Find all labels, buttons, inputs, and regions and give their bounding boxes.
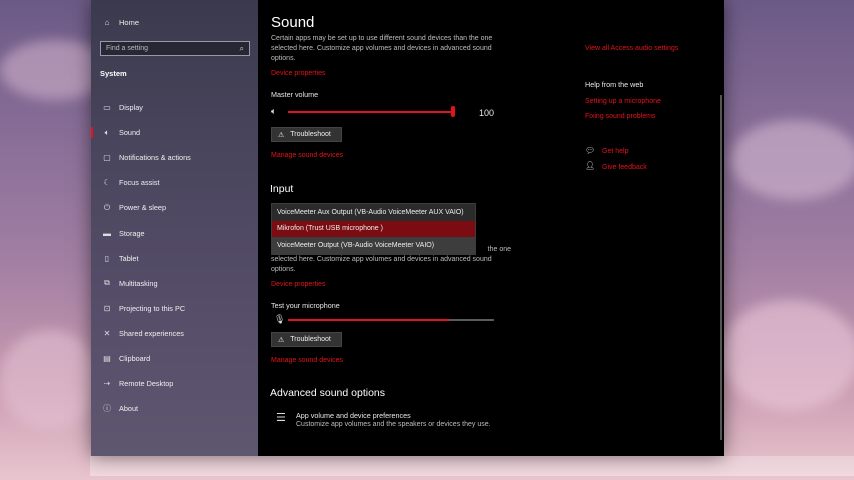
- multitasking-icon: ⧉: [104, 278, 110, 288]
- home-icon: ⌂: [104, 18, 110, 27]
- input-heading: Input: [270, 183, 294, 195]
- get-help-link[interactable]: Get help: [602, 148, 628, 155]
- sliders-icon: ☰: [276, 412, 286, 424]
- help-heading: Help from the web: [585, 80, 644, 89]
- sidebar-item-clipboard[interactable]: ▤ Clipboard: [91, 346, 258, 371]
- sidebar-item-multitasking[interactable]: ⧉ Multitasking: [91, 271, 258, 296]
- sidebar-item-focus-assist[interactable]: ☾ Focus assist: [91, 170, 258, 195]
- projecting-icon: ⊡: [103, 303, 111, 313]
- sidebar-item-power[interactable]: ⏻ Power & sleep: [91, 195, 258, 220]
- sidebar-item-notifications[interactable]: ▢ Notifications & actions: [91, 145, 258, 170]
- mic-level-fill: [288, 319, 449, 321]
- troubleshoot-label: Troubleshoot: [290, 131, 331, 138]
- search-placeholder: Find a setting: [106, 45, 149, 52]
- sidebar-item-shared[interactable]: ✕ Shared experiences: [91, 321, 258, 346]
- monitor-icon: ▭: [103, 103, 111, 113]
- output-manage-devices-link[interactable]: Manage sound devices: [271, 152, 343, 159]
- scrollbar[interactable]: [720, 95, 722, 440]
- sidebar-item-about[interactable]: ⓘ About: [91, 396, 258, 421]
- give-feedback-link[interactable]: Give feedback: [602, 164, 647, 171]
- speaker-icon[interactable]: 🔈︎: [271, 106, 276, 117]
- section-title: System: [100, 69, 127, 78]
- power-icon: ⏻: [103, 202, 111, 212]
- microphone-icon: 🎙︎: [274, 314, 286, 324]
- sidebar-item-remote-desktop[interactable]: ⇢ Remote Desktop: [91, 371, 258, 396]
- home-label: Home: [119, 18, 140, 27]
- view-all-audio-link[interactable]: View all Access audio settings: [585, 45, 678, 52]
- shared-icon: ✕: [103, 328, 111, 338]
- sidebar-item-label: Remote Desktop: [119, 379, 174, 389]
- app-volume-desc: Customize app volumes and the speakers o…: [296, 421, 491, 428]
- input-device-dropdown[interactable]: VoiceMeeter Aux Output (VB-Audio VoiceMe…: [271, 203, 476, 255]
- input-option-selected[interactable]: Mikrofon (Trust USB microphone ): [272, 220, 475, 237]
- wallpaper-cloud: [730, 120, 854, 200]
- advanced-heading: Advanced sound options: [270, 387, 386, 399]
- speaker-icon: 🔈︎: [104, 127, 110, 137]
- sidebar-item-sound[interactable]: 🔈︎ Sound: [91, 120, 258, 145]
- input-option[interactable]: VoiceMeeter Aux Output (VB-Audio VoiceMe…: [272, 204, 475, 221]
- sidebar-item-tablet[interactable]: ▯ Tablet: [91, 246, 258, 271]
- wallpaper-horizon: [90, 456, 854, 476]
- settings-window: ⌂ Home Find a setting ⌕ System ▭ Display …: [91, 0, 724, 456]
- input-option[interactable]: VoiceMeeter Output (VB-Audio VoiceMeeter…: [272, 237, 475, 254]
- wallpaper-cloud: [720, 300, 854, 410]
- help-link-microphone[interactable]: Setting up a microphone: [585, 98, 661, 105]
- sidebar-item-label: Projecting to this PC: [119, 303, 186, 313]
- input-device-properties-link[interactable]: Device properties: [271, 281, 325, 288]
- sidebar-item-label: Multitasking: [119, 278, 158, 288]
- moon-icon: ☾: [103, 178, 111, 188]
- sidebar-item-label: Display: [119, 103, 143, 113]
- output-troubleshoot-button[interactable]: ⚠ Troubleshoot: [271, 127, 342, 142]
- desc-line: selected here. Customize app volumes and…: [271, 256, 492, 263]
- warning-icon: ⚠: [278, 336, 285, 344]
- sidebar-item-display[interactable]: ▭ Display: [91, 95, 258, 120]
- desc-line: selected here. Customize app volumes and…: [271, 45, 492, 52]
- sidebar-item-label: Clipboard: [119, 353, 151, 363]
- desc-line: options.: [271, 55, 296, 62]
- remote-desktop-icon: ⇢: [103, 379, 111, 389]
- sidebar-nav: ▭ Display 🔈︎ Sound ▢ Notifications & action…: [91, 95, 258, 421]
- sidebar-item-label: Storage: [119, 228, 145, 238]
- sidebar-item-label: Focus assist: [119, 178, 160, 188]
- desc-line: Certain apps may be set up to use differ…: [271, 35, 493, 42]
- sidebar-item-label: Power & sleep: [119, 203, 167, 213]
- notification-icon: ▢: [103, 153, 111, 163]
- info-icon: ⓘ: [103, 404, 111, 414]
- home-nav[interactable]: ⌂ Home: [101, 18, 139, 27]
- input-manage-devices-link[interactable]: Manage sound devices: [271, 357, 343, 364]
- tablet-icon: ▯: [104, 253, 110, 263]
- warning-icon: ⚠: [278, 131, 285, 139]
- app-volume-title[interactable]: App volume and device preferences: [296, 411, 411, 420]
- wallpaper-cloud: [0, 330, 100, 430]
- sidebar: ⌂ Home Find a setting ⌕ System ▭ Display …: [91, 0, 258, 456]
- troubleshoot-label: Troubleshoot: [290, 336, 331, 343]
- output-description: Certain apps may be set up to use differ…: [271, 34, 511, 64]
- main-content: Sound Certain apps may be set up to use …: [258, 0, 724, 456]
- volume-value: 100: [479, 108, 495, 118]
- help-link-sound-problems[interactable]: Fixing sound problems: [585, 113, 655, 120]
- master-volume-thumb[interactable]: [451, 106, 455, 117]
- output-device-properties-link[interactable]: Device properties: [271, 70, 325, 77]
- sidebar-item-label: Shared experiences: [119, 328, 184, 338]
- sidebar-item-storage[interactable]: ▬ Storage: [91, 220, 258, 245]
- feedback-icon: 👤︎: [585, 161, 596, 170]
- sidebar-item-label: Notifications & actions: [119, 153, 191, 163]
- clipboard-icon: ▤: [103, 353, 111, 363]
- test-mic-label: Test your microphone: [271, 301, 340, 310]
- sidebar-item-label: About: [119, 404, 139, 414]
- page-title: Sound: [271, 14, 315, 31]
- master-volume-fill: [288, 111, 453, 113]
- sidebar-item-label: Sound: [119, 128, 141, 138]
- sidebar-item-label: Tablet: [119, 253, 139, 263]
- sidebar-item-projecting[interactable]: ⊡ Projecting to this PC: [91, 296, 258, 321]
- desc-line: options.: [271, 266, 296, 273]
- storage-icon: ▬: [103, 228, 111, 238]
- input-troubleshoot-button[interactable]: ⚠ Troubleshoot: [271, 332, 342, 347]
- help-icon: 💬︎: [585, 146, 596, 155]
- search-input[interactable]: Find a setting ⌕: [100, 41, 250, 56]
- search-icon: ⌕: [239, 43, 244, 53]
- master-volume-label: Master volume: [271, 90, 319, 99]
